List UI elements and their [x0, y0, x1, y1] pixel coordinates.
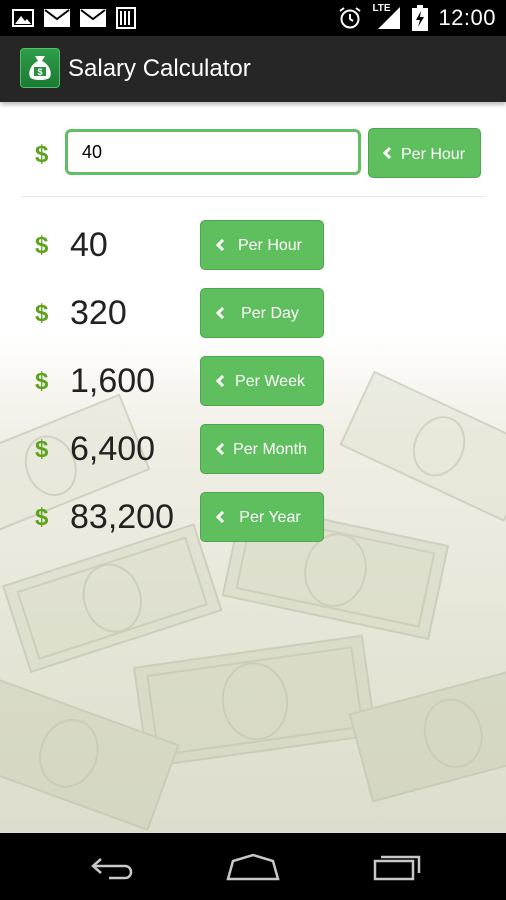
alarm-icon	[338, 6, 362, 30]
back-button[interactable]	[82, 851, 142, 883]
dollar-sign: $	[35, 232, 49, 259]
app-title: Salary Calculator	[68, 55, 251, 82]
status-time: 12:00	[438, 5, 496, 30]
back-icon	[91, 858, 133, 880]
result-value: 83,200	[70, 498, 174, 536]
per-day-button[interactable]: Per Day	[200, 288, 324, 338]
input-dollar-sign: $	[35, 141, 49, 168]
main-content: $ Per Hour $ 40 Per Hour $ 320 Per Day $…	[0, 102, 506, 833]
per-year-button[interactable]: Per Year	[200, 492, 324, 542]
button-label: Per Week	[235, 373, 305, 390]
chevron-left-icon	[382, 146, 392, 160]
input-unit-button[interactable]: Per Hour	[368, 128, 481, 178]
dollar-sign: $	[35, 368, 49, 395]
result-value: 6,400	[70, 430, 156, 468]
status-bar: LTE 12:00	[0, 0, 506, 36]
dollar-sign: $	[35, 504, 49, 531]
amount-input[interactable]	[65, 129, 361, 175]
result-row-hour: $ 40 Per Hour	[0, 220, 506, 272]
button-label: Per Month	[233, 441, 307, 458]
action-bar: $ Salary Calculator	[0, 36, 506, 102]
battery-charging-icon	[412, 5, 429, 31]
recent-apps-button[interactable]	[366, 851, 426, 883]
mail-icon	[80, 9, 106, 27]
result-row-year: $ 83,200 Per Year	[0, 492, 506, 544]
system-icons: LTE 12:00	[338, 3, 496, 32]
button-label: Per Day	[241, 305, 299, 322]
notification-icons	[12, 6, 136, 30]
per-month-button[interactable]: Per Month	[200, 424, 324, 474]
home-button[interactable]	[223, 851, 283, 883]
per-week-button[interactable]: Per Week	[200, 356, 324, 406]
home-icon	[226, 853, 280, 881]
image-icon	[12, 9, 34, 27]
mail-icon	[44, 9, 70, 27]
result-value: 320	[70, 294, 127, 332]
recent-apps-icon	[373, 855, 421, 881]
button-label: Per Year	[239, 509, 301, 526]
divider	[22, 196, 484, 197]
dollar-sign: $	[35, 436, 49, 463]
money-bag-icon: $	[20, 48, 60, 88]
network-label: LTE	[372, 3, 391, 14]
result-row-week: $ 1,600 Per Week	[0, 356, 506, 408]
lte-signal-icon: LTE	[372, 3, 402, 31]
result-value: 1,600	[70, 362, 156, 400]
sim-icon	[116, 7, 136, 29]
input-unit-label: Per Hour	[401, 146, 466, 163]
navigation-bar	[0, 833, 506, 900]
result-row-day: $ 320 Per Day	[0, 288, 506, 340]
dollar-sign: $	[35, 300, 49, 327]
per-hour-button[interactable]: Per Hour	[200, 220, 324, 270]
svg-text:$: $	[37, 67, 42, 77]
result-value: 40	[70, 226, 108, 264]
button-label: Per Hour	[237, 237, 303, 254]
result-row-month: $ 6,400 Per Month	[0, 424, 506, 476]
